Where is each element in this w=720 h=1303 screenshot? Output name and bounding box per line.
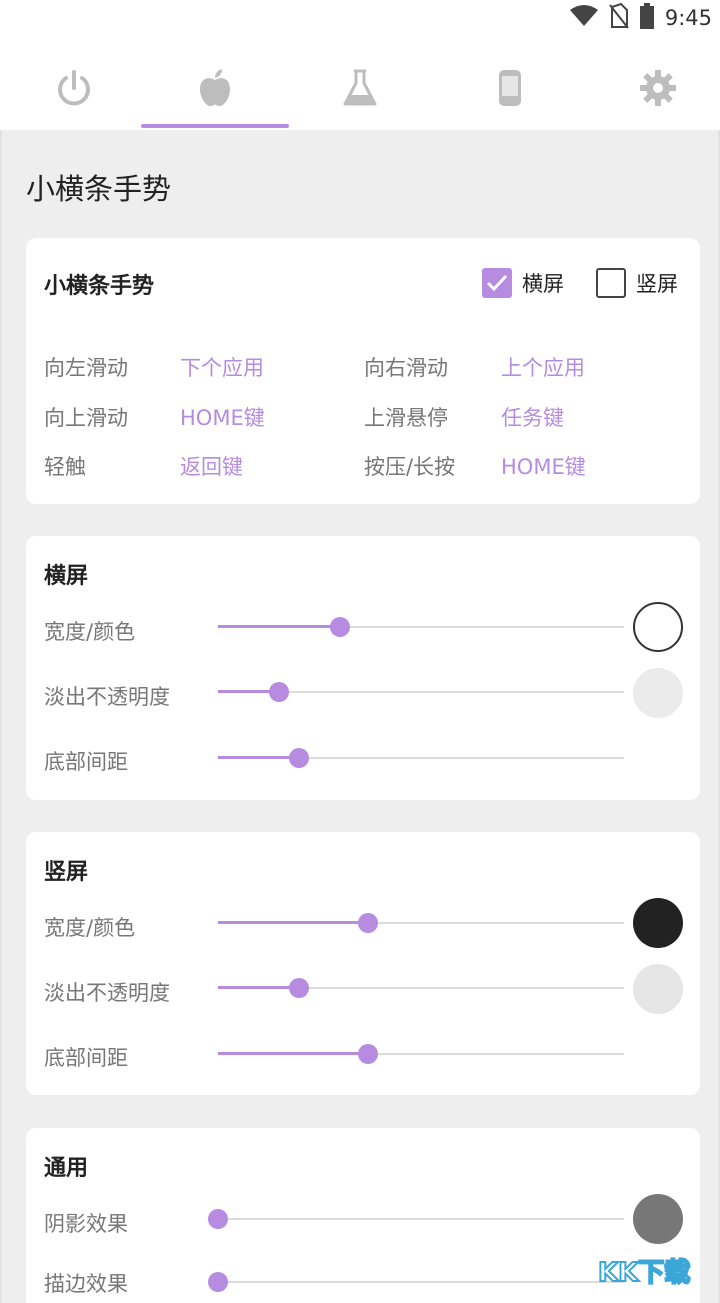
gesture-value-swipe-up-hold[interactable]: 任务键: [501, 402, 564, 432]
watermark-text: KK下载: [598, 1258, 690, 1288]
tab-apple[interactable]: [141, 46, 289, 130]
portrait-width-slider[interactable]: [218, 913, 624, 933]
stroke-effect-slider[interactable]: [208, 1272, 624, 1292]
slider-thumb[interactable]: [358, 913, 379, 933]
portrait-margin-label: 底部间距: [44, 1046, 128, 1070]
slider-fill: [218, 986, 300, 989]
landscape-margin-label: 底部间距: [44, 750, 128, 774]
page-title: 小横条手势: [26, 172, 172, 206]
tab-settings[interactable]: [584, 46, 720, 130]
gesture-label-swipe-up: 向上滑动: [44, 406, 128, 430]
portrait-color-swatch[interactable]: [633, 898, 683, 948]
landscape-width-slider[interactable]: [218, 617, 624, 637]
gesture-label-swipe-left: 向左滑动: [44, 356, 128, 380]
gesture-label-swipe-up-hold: 上滑悬停: [364, 406, 448, 430]
tab-indicator: [141, 124, 289, 128]
portrait-card: 竖屏 宽度/颜色 淡出不透明度 底部间距: [26, 832, 700, 1095]
landscape-card-title: 横屏: [44, 564, 89, 589]
status-icons: 9:45: [569, 2, 712, 33]
gesture-value-swipe-left[interactable]: 下个应用: [180, 352, 264, 382]
landscape-fade-slider[interactable]: [218, 682, 624, 702]
slider-track: [218, 1218, 624, 1220]
flask-icon: [342, 68, 378, 108]
battery-icon: [639, 3, 655, 33]
slider-fill: [218, 756, 300, 759]
slider-thumb[interactable]: [208, 1209, 228, 1229]
portrait-width-label: 宽度/颜色: [44, 916, 136, 940]
phone-icon: [495, 68, 525, 108]
landscape-checkbox-label: 横屏: [522, 272, 564, 296]
slider-fill: [218, 625, 340, 628]
slider-thumb[interactable]: [289, 748, 310, 768]
check-icon: [486, 274, 508, 292]
shadow-effect-label: 阴影效果: [44, 1212, 128, 1236]
landscape-width-label: 宽度/颜色: [44, 620, 136, 644]
landscape-margin-slider[interactable]: [218, 748, 624, 768]
slider-thumb[interactable]: [358, 1044, 379, 1064]
landscape-checkbox-option[interactable]: 横屏: [482, 268, 564, 298]
slider-thumb[interactable]: [268, 682, 289, 702]
apple-icon: [197, 68, 233, 108]
gesture-value-press[interactable]: HOME键: [501, 451, 586, 481]
gesture-card: 小横条手势 横屏 竖屏 向左滑动 下个应用 向右滑动 上个应用 向上滑动 HOM…: [26, 238, 700, 504]
shadow-color-swatch[interactable]: [633, 1194, 683, 1244]
content-area: 小横条手势 小横条手势 横屏 竖屏 向左滑动 下个应用 向右滑动 上个应用 向上…: [0, 130, 720, 1303]
power-icon: [54, 68, 94, 108]
slider-thumb[interactable]: [289, 978, 310, 998]
shadow-effect-slider[interactable]: [208, 1209, 624, 1229]
no-sim-icon: [609, 2, 629, 33]
landscape-fade-label: 淡出不透明度: [44, 685, 170, 709]
portrait-fade-swatch[interactable]: [633, 964, 683, 1014]
portrait-checkbox-option[interactable]: 竖屏: [596, 268, 678, 298]
slider-thumb[interactable]: [208, 1272, 228, 1292]
tab-power[interactable]: [0, 46, 148, 130]
watermark-logo: KK下载: [594, 1247, 714, 1299]
status-bar: 9:45: [0, 0, 720, 36]
gesture-value-tap[interactable]: 返回键: [180, 451, 243, 481]
tab-bar: [0, 46, 720, 130]
tab-lab[interactable]: [286, 46, 434, 130]
gesture-label-press: 按压/长按: [364, 455, 456, 479]
wifi-icon: [569, 4, 599, 32]
slider-thumb[interactable]: [329, 617, 350, 637]
landscape-fade-swatch[interactable]: [633, 668, 683, 718]
gesture-value-swipe-up[interactable]: HOME键: [180, 402, 265, 432]
portrait-checkbox[interactable]: [596, 268, 626, 298]
portrait-margin-slider[interactable]: [218, 1044, 624, 1064]
slider-fill: [218, 921, 369, 924]
gesture-value-swipe-right[interactable]: 上个应用: [501, 352, 585, 382]
status-time: 9:45: [664, 6, 712, 30]
gesture-card-title: 小横条手势: [44, 274, 155, 299]
tab-phone[interactable]: [436, 46, 584, 130]
slider-track: [218, 1281, 624, 1283]
stroke-effect-label: 描边效果: [44, 1272, 128, 1296]
landscape-checkbox[interactable]: [482, 268, 512, 298]
gear-icon: [638, 68, 678, 108]
portrait-fade-slider[interactable]: [218, 978, 624, 998]
landscape-card: 横屏 宽度/颜色 淡出不透明度 底部间距: [26, 536, 700, 800]
gesture-label-tap: 轻触: [44, 455, 86, 479]
landscape-color-swatch[interactable]: [633, 602, 683, 652]
gesture-label-swipe-right: 向右滑动: [364, 356, 448, 380]
portrait-fade-label: 淡出不透明度: [44, 981, 170, 1005]
general-card-title: 通用: [44, 1156, 89, 1181]
portrait-card-title: 竖屏: [44, 860, 89, 885]
slider-fill: [218, 1052, 369, 1055]
portrait-checkbox-label: 竖屏: [636, 272, 678, 296]
